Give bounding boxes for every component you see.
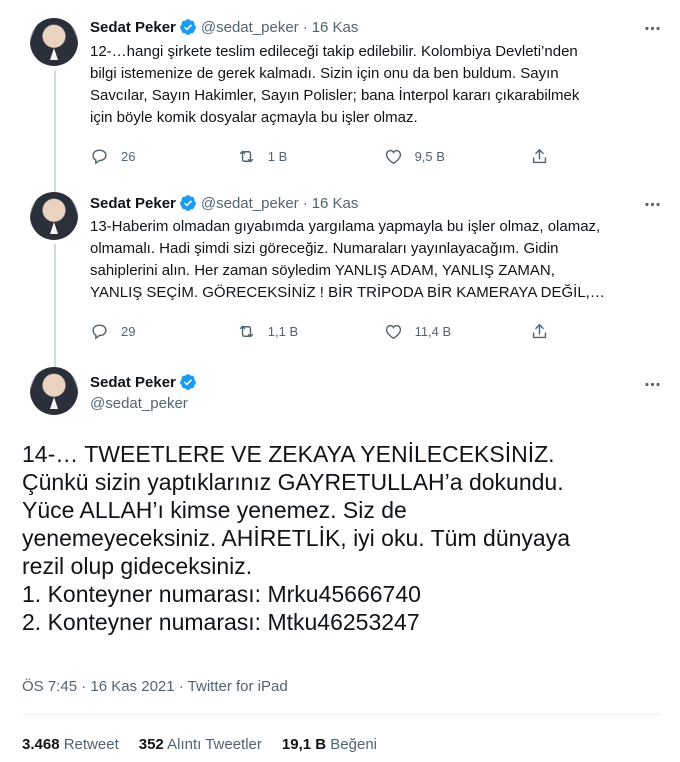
retweet-stat-count: 3.468	[22, 736, 60, 753]
quote-stat[interactable]: 352 Alıntı Tweetler	[139, 736, 262, 753]
verified-badge-icon	[180, 19, 196, 35]
like-stat-count: 19,1 B	[281, 736, 327, 753]
more-icon	[644, 26, 660, 30]
author-handle[interactable]: @sedat_peker	[201, 19, 299, 36]
reply-button[interactable]: 26	[90, 146, 237, 166]
verified-badge-icon	[180, 374, 196, 390]
main-tweet: Sedat Peker @sedat_peker 14-… TWEETLERE …	[0, 360, 680, 762]
tweet-header: Sedat Peker @sedat_peker · 16 Kas	[90, 194, 358, 212]
reply-icon	[92, 148, 107, 165]
tweet-12[interactable]: Sedat Peker @sedat_peker · 16 Kas 12-…ha…	[0, 0, 680, 186]
share-icon	[533, 323, 547, 338]
retweet-count: 1 B	[267, 148, 288, 164]
share-icon	[533, 148, 547, 163]
retweet-icon	[239, 150, 253, 162]
tweet-text: 13-Haberim olmadan gıyabımda yargılama y…	[90, 218, 605, 301]
tweet-header: Sedat Peker @sedat_peker	[90, 373, 197, 412]
like-count: 11,4 B	[414, 323, 452, 339]
avatar[interactable]	[30, 192, 78, 240]
retweet-button[interactable]: 1,1 B	[237, 321, 384, 341]
tweet-text: 14-… TWEETLERE VE ZEKAYA YENİLECEKSİNİZ.…	[22, 441, 570, 635]
retweet-icon	[239, 325, 253, 337]
tweet-actions: 29 1,1 B 11,4 B	[90, 321, 570, 341]
thread-line	[54, 244, 56, 372]
more-button[interactable]	[642, 374, 662, 394]
tweet-timestamp[interactable]: ÖS 7:45 · 16 Kas 2021 · Twitter for iPad	[22, 678, 288, 695]
author-name[interactable]: Sedat Peker	[90, 19, 176, 36]
tweet-date[interactable]: 16 Kas	[312, 19, 359, 36]
verified-badge-icon	[180, 195, 196, 211]
separator-dot: ·	[302, 18, 308, 36]
share-button[interactable]	[530, 321, 570, 341]
like-icon	[385, 324, 401, 339]
like-button[interactable]: 9,5 B	[384, 146, 531, 166]
author-handle[interactable]: @sedat_peker	[201, 195, 299, 212]
tweet-actions: 26 1 B 9,5 B	[90, 146, 570, 166]
avatar[interactable]	[30, 18, 78, 66]
separator-dot: ·	[302, 194, 308, 212]
retweet-stat[interactable]: 3.468 Retweet	[22, 736, 119, 753]
author-handle[interactable]: @sedat_peker	[90, 395, 197, 412]
retweet-count: 1,1 B	[267, 323, 299, 339]
like-button[interactable]: 11,4 B	[384, 321, 531, 341]
like-icon	[385, 149, 401, 164]
thread-line	[54, 360, 56, 366]
more-icon	[644, 382, 660, 386]
retweet-button[interactable]: 1 B	[237, 146, 384, 166]
tweet-header: Sedat Peker @sedat_peker · 16 Kas	[90, 18, 358, 36]
like-stat[interactable]: 19,1 B Beğeni	[282, 736, 377, 753]
reply-button[interactable]: 29	[90, 321, 237, 341]
reply-count: 26	[121, 148, 136, 164]
author-name[interactable]: Sedat Peker	[90, 195, 176, 212]
retweet-stat-label: Retweet	[63, 736, 119, 753]
reply-count: 29	[121, 323, 136, 339]
more-button[interactable]	[642, 194, 662, 214]
like-count: 9,5 B	[414, 148, 445, 164]
avatar[interactable]	[30, 367, 78, 415]
more-icon	[644, 202, 660, 206]
like-stat-label: Beğeni	[330, 736, 377, 753]
author-name[interactable]: Sedat Peker	[90, 374, 176, 391]
thread-line	[54, 70, 56, 186]
tweet-stats: 3.468 Retweet 352 Alıntı Tweetler 19,1 B…	[22, 736, 397, 753]
quote-stat-count: 352	[138, 736, 164, 753]
thread-line	[54, 180, 56, 192]
divider	[22, 714, 660, 715]
tweet-text: 12-…hangi şirkete teslim edileceği takip…	[90, 43, 580, 126]
quote-stat-label: Alıntı Tweetler	[167, 736, 262, 753]
share-button[interactable]	[530, 146, 570, 166]
tweet-13[interactable]: Sedat Peker @sedat_peker · 16 Kas 13-Hab…	[0, 180, 680, 372]
tweet-date[interactable]: 16 Kas	[312, 195, 359, 212]
more-button[interactable]	[642, 18, 662, 38]
reply-icon	[92, 323, 107, 340]
